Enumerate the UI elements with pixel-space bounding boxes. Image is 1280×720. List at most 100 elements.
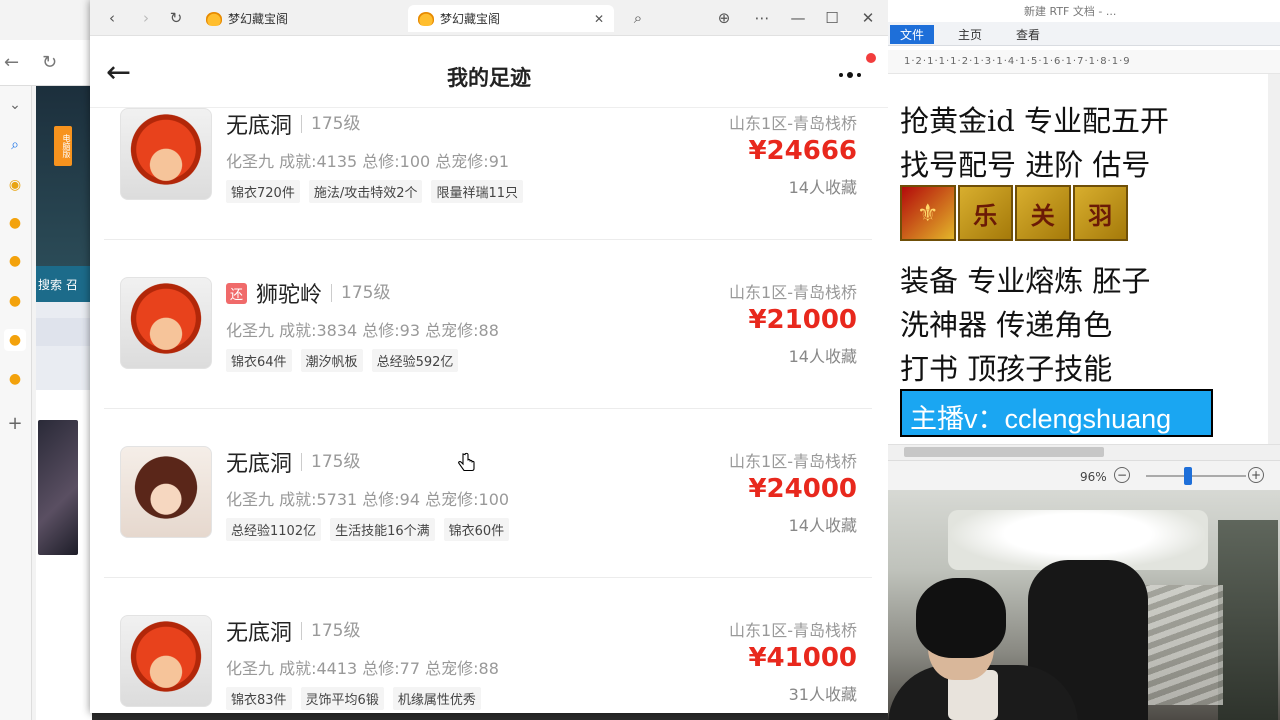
doc-line-2: 找号配号 进阶 估号	[900, 148, 1151, 182]
page-header: ← 我的足迹	[90, 40, 888, 108]
background-banner	[36, 86, 92, 266]
duck-logo-icon	[418, 11, 434, 26]
tag-chip: 施法/攻击特效2个	[308, 180, 423, 203]
document-title: 新建 RTF 文档 - ...	[1024, 5, 1117, 18]
tag-list: 锦衣720件 施法/攻击特效2个 限量祥瑞11只	[226, 180, 532, 203]
stats-line: 化圣九 成就:3834 总修:93 总宠修:88	[226, 321, 499, 340]
name-row: 无底洞 175级	[226, 615, 360, 647]
footprint-item[interactable]: 无底洞 175级化圣九 成就:5731 总修:94 总宠修:100 总经验1102亿…	[104, 408, 872, 578]
duck-icon[interactable]: ●	[4, 250, 26, 272]
tag-chip: 锦衣720件	[226, 180, 300, 203]
add-icon[interactable]: +	[4, 412, 26, 434]
back-arrow-icon[interactable]: ←	[4, 52, 19, 73]
webcam-overlay	[888, 490, 1280, 720]
tag-chip: 潮汐帆板	[300, 349, 363, 372]
server-name: 山东1区-青岛栈桥	[729, 621, 857, 640]
background-browser-window: ← ↻ ⌄ ⌕ ◉ ● ● ● ● ● + 电脑版 搜索 召	[0, 0, 92, 720]
price: ¥24666	[748, 136, 857, 166]
tag-chip: 灵饰平均6锻	[300, 687, 384, 710]
status-bar: 96% − +	[888, 460, 1280, 490]
zoom-slider[interactable]	[1146, 475, 1246, 477]
glyph-icon: 关	[1015, 185, 1071, 241]
duck-icon[interactable]: ●	[4, 368, 26, 390]
price: ¥21000	[748, 305, 857, 335]
character-avatar[interactable]	[120, 108, 212, 200]
close-icon[interactable]: ✕	[858, 8, 878, 28]
chevron-down-icon[interactable]: ⌄	[4, 94, 26, 116]
zoom-out-icon[interactable]: −	[1114, 467, 1130, 483]
reload-icon[interactable]: ↻	[42, 52, 57, 73]
window	[1218, 520, 1278, 720]
school-name: 无底洞	[226, 452, 293, 477]
duck-icon[interactable]: ●	[4, 329, 26, 351]
tag-chip: 总经验592亿	[371, 349, 459, 372]
tag-chip: 生活技能16个满	[330, 518, 435, 541]
forward-icon[interactable]: ›	[136, 8, 156, 28]
tab-home[interactable]: 主页	[948, 25, 992, 44]
footprint-item[interactable]: 无底洞 175级 化圣九 成就:4413 总修:77 总宠修:88 锦衣83件 灵饰平均…	[104, 577, 872, 713]
sun-icon[interactable]: ◉	[4, 174, 26, 196]
character-avatar[interactable]	[120, 277, 212, 369]
level: 175级	[301, 453, 360, 471]
tag-list: 总经验1102亿 生活技能16个满 锦衣60件	[226, 518, 518, 541]
doc-line-3: 装备 专业熔炼 胚子	[900, 264, 1151, 298]
doc-line-4: 洗神器 传递角色	[900, 308, 1113, 342]
background-nav-strip[interactable]: 搜索 召	[36, 266, 92, 302]
vertical-scrollbar[interactable]	[1268, 74, 1280, 444]
level: 175级	[331, 284, 390, 302]
server-name: 山东1区-青岛栈桥	[729, 283, 857, 302]
tag-chip: 限量祥瑞11只	[431, 180, 524, 203]
tag-chip: 锦衣64件	[226, 349, 292, 372]
minimize-icon[interactable]: —	[788, 8, 808, 28]
glyph-icon: 羽	[1072, 185, 1128, 241]
zoom-in-icon[interactable]: +	[1248, 467, 1264, 483]
streamer-hair	[916, 578, 1006, 658]
tab-view[interactable]: 查看	[1006, 25, 1050, 44]
more-options-icon[interactable]: ⋯	[752, 8, 772, 28]
pc-version-badge: 电脑版	[54, 126, 72, 166]
tab-treasure-pavilion-2[interactable]: 梦幻藏宝阁 ✕	[408, 5, 614, 32]
tag-chip: 锦衣60件	[443, 518, 510, 541]
doc-line-5: 打书 顶孩子技能	[900, 352, 1113, 386]
tab-close-icon[interactable]: ✕	[594, 12, 604, 26]
horizontal-scroll-thumb[interactable]	[904, 447, 1104, 457]
character-avatar[interactable]	[120, 446, 212, 538]
search-icon[interactable]: ⌕	[628, 8, 648, 28]
zoom-slider-thumb[interactable]	[1184, 467, 1192, 485]
level: 175级	[301, 622, 360, 640]
zoom-level: 96%	[1080, 470, 1107, 484]
level: 175级	[301, 115, 360, 133]
footprint-item[interactable]: 还狮驼岭 175级 化圣九 成就:3834 总修:93 总宠修:88 锦衣64件 潮汐帆…	[104, 239, 872, 409]
globe-icon[interactable]: ⊕	[714, 8, 734, 28]
stats-line: 化圣九 成就:4135 总修:100 总宠修:91	[226, 152, 510, 171]
seal-icon: ⚜	[900, 185, 956, 241]
tab-file[interactable]: 文件	[890, 25, 935, 44]
character-avatar[interactable]	[120, 615, 212, 707]
tab-label: 梦幻藏宝阁	[228, 12, 289, 26]
back-icon[interactable]: ‹	[102, 8, 122, 28]
tab-treasure-pavilion-1[interactable]: 梦幻藏宝阁	[196, 5, 402, 32]
doc-image-row: ⚜ 乐 关 羽	[900, 185, 1130, 241]
reload-icon[interactable]: ↻	[166, 8, 186, 28]
doc-line-1: 抢黄金id 专业配五开	[900, 104, 1170, 138]
glyph-icon: 乐	[957, 185, 1013, 241]
word-document-window: 新建 RTF 文档 - ... 文件 主页 查看 1·2·1·1·1·2·1·3…	[888, 0, 1280, 490]
stats-line: 化圣九 成就:4413 总修:77 总宠修:88	[226, 659, 499, 678]
favorites-count: 14人收藏	[788, 516, 857, 535]
name-row: 无底洞 175级	[226, 108, 360, 140]
search-icon[interactable]: ⌕	[4, 134, 26, 156]
window-tab-bar: ‹ › ↻ 梦幻藏宝阁 梦幻藏宝阁 ✕ ⌕ ⊕ ⋯ — ☐ ✕	[90, 0, 888, 36]
duck-icon[interactable]: ●	[4, 290, 26, 312]
tag-list: 锦衣64件 潮汐帆板 总经验592亿	[226, 349, 467, 372]
footprint-item[interactable]: 无底洞 175级化圣九 成就:4135 总修:100 总宠修:91 锦衣720件 施法…	[104, 108, 872, 240]
word-ribbon: 文件 主页 查看	[888, 22, 1280, 46]
stats-line: 化圣九 成就:5731 总修:94 总宠修:100	[226, 490, 510, 509]
more-menu-icon[interactable]	[836, 62, 872, 86]
maximize-icon[interactable]: ☐	[822, 8, 842, 28]
favorites-count: 14人收藏	[788, 347, 857, 366]
server-name: 山东1区-青岛栈桥	[729, 114, 857, 133]
tab-label: 梦幻藏宝阁	[440, 12, 501, 26]
tag-chip: 总经验1102亿	[226, 518, 322, 541]
duck-icon[interactable]: ●	[4, 212, 26, 234]
refund-badge: 还	[226, 282, 247, 304]
